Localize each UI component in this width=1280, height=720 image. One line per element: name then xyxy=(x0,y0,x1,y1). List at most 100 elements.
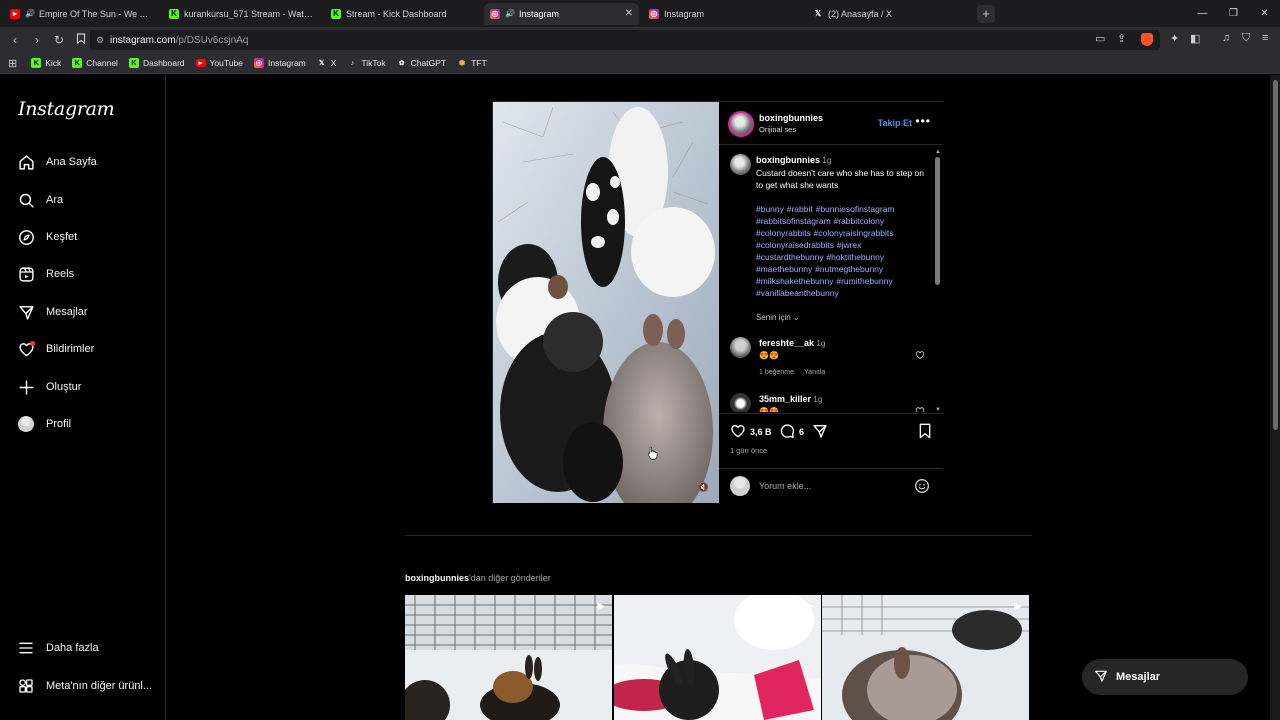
page-scrollbar[interactable] xyxy=(1270,75,1280,720)
caption-hashtags[interactable]: #bunny #rabbit #bunniesofinstagram #rabb… xyxy=(756,203,925,299)
media-icon[interactable]: ♫ xyxy=(1222,32,1230,44)
caption-username[interactable]: boxingbunnies xyxy=(756,155,820,165)
reload-icon[interactable]: ↻ xyxy=(49,33,69,47)
emoji-icon[interactable] xyxy=(914,478,930,499)
comment-likes[interactable]: 1 beğenme xyxy=(759,369,794,376)
video-icon: ▶ xyxy=(806,601,814,612)
chatgpt-icon: ✿ xyxy=(398,60,405,67)
post-thumbnail[interactable]: ▶ xyxy=(822,595,1029,720)
bookmark-icon[interactable] xyxy=(71,33,91,47)
bookmark-x[interactable]: 𝕏X xyxy=(317,58,337,68)
tab-title: Stream - Kick Dashboard xyxy=(346,8,447,19)
browser-tab[interactable]: K kurankursu_571 Stream - Watch Live xyxy=(163,3,321,25)
comment-input[interactable]: Yorum ekle... xyxy=(759,481,811,491)
url-host: instagram.com xyxy=(110,34,176,46)
post-video[interactable]: 🔇 xyxy=(493,102,719,503)
browser-tab-active[interactable]: ◎ 🔊 Instagram ✕ xyxy=(484,2,639,25)
browser-tab[interactable]: 𝕏 (2) Anasayfa / X xyxy=(807,3,967,25)
sidebar-item-notifications[interactable]: Bildirimler xyxy=(17,340,94,358)
install-app-icon[interactable]: ▭ xyxy=(1095,32,1105,45)
back-icon[interactable]: ‹ xyxy=(5,33,25,47)
close-icon[interactable]: ✕ xyxy=(1249,8,1280,19)
restore-icon[interactable]: ❐ xyxy=(1218,8,1249,19)
commenter-avatar[interactable] xyxy=(730,337,751,358)
author-avatar[interactable] xyxy=(730,154,751,175)
sidebar-item-home[interactable]: Ana Sayfa xyxy=(17,153,97,171)
save-icon[interactable] xyxy=(918,423,932,444)
address-bar[interactable]: ⚙ instagram.com/p/DSUv6csjnAq xyxy=(90,30,1160,50)
audio-label[interactable]: Orijinal ses xyxy=(759,125,796,134)
commenter-avatar[interactable] xyxy=(730,393,751,412)
bookmark-youtube[interactable]: ▸ YouTube xyxy=(195,58,243,68)
more-posts-author[interactable]: boxingbunnies xyxy=(405,573,469,583)
bookmark-chatgpt[interactable]: ✿ ChatGPT xyxy=(397,58,446,68)
sidebar-item-explore[interactable]: Keşfet xyxy=(17,228,77,246)
x-icon: 𝕏 xyxy=(318,60,325,67)
tab-title: Instagram xyxy=(664,8,705,19)
instagram-logo[interactable]: Instagram xyxy=(18,98,115,120)
bookmark-tft[interactable]: ⬢ TFT xyxy=(457,58,487,68)
post-thumbnail[interactable]: ▶ xyxy=(614,595,821,720)
like-icon[interactable] xyxy=(730,423,746,444)
vpn-icon[interactable]: ⛉ xyxy=(1242,32,1250,45)
kick-icon: K xyxy=(72,58,83,68)
heart-icon[interactable] xyxy=(915,403,925,412)
bookmark-dashboard[interactable]: K Dashboard xyxy=(128,58,185,68)
notification-dot xyxy=(30,341,35,346)
comments-list: boxingbunnies 1g Custard doesn't care wh… xyxy=(719,145,943,412)
bookmark-tiktok[interactable]: ♪ TikTok xyxy=(347,58,386,68)
sidebar-item-meta-products[interactable]: Meta'nın diğer ürünl... xyxy=(17,677,152,695)
sidebar-item-create[interactable]: Oluştur xyxy=(17,378,81,396)
follow-button[interactable]: Takip Et xyxy=(878,118,912,128)
sidebar-item-more[interactable]: Daha fazla xyxy=(17,639,99,657)
bookmark-channel[interactable]: K Channel xyxy=(72,58,118,68)
comment-text: 😍😍 xyxy=(759,407,779,412)
mute-icon[interactable]: 🔇 xyxy=(698,482,709,493)
more-options-icon[interactable]: ••• xyxy=(915,114,931,128)
sidebar-item-search[interactable]: Ara xyxy=(17,191,63,209)
bookmark-kick[interactable]: K Kick xyxy=(31,58,61,68)
speaker-icon[interactable]: 🔊 xyxy=(25,9,35,18)
heart-icon[interactable] xyxy=(915,347,925,365)
extensions-icon[interactable]: ✦ xyxy=(1170,32,1179,45)
close-icon[interactable]: ✕ xyxy=(625,8,633,19)
for-you-toggle[interactable]: Senin için ⌄ xyxy=(756,313,925,322)
menu-icon[interactable]: ≡ xyxy=(1262,32,1268,44)
sidebar-icon[interactable]: ◧ xyxy=(1190,32,1200,45)
browser-tab[interactable]: ▸ 🔊 Empire Of The Sun - We Are The xyxy=(4,3,159,25)
like-count[interactable]: 3,6 B xyxy=(750,427,772,437)
share-icon[interactable]: ⇪ xyxy=(1117,32,1126,45)
post-date[interactable]: 1 gün önce xyxy=(730,446,767,455)
author-avatar[interactable] xyxy=(728,111,754,137)
browser-tab[interactable]: ◎ Instagram xyxy=(643,3,803,25)
post-thumbnail[interactable]: ▶ xyxy=(405,595,612,720)
messages-floating-button[interactable]: Mesajlar xyxy=(1082,659,1248,695)
comments-scrollbar[interactable]: ▲ ▼ xyxy=(934,149,941,412)
kick-icon: K xyxy=(128,58,139,68)
instagram-icon: ◎ xyxy=(649,8,659,19)
menu-icon xyxy=(17,639,35,657)
bookmark-instagram[interactable]: ◎ Instagram xyxy=(253,58,306,68)
sidebar-item-messages[interactable]: Mesajlar xyxy=(17,303,88,321)
new-tab-button[interactable]: + xyxy=(977,4,995,23)
brave-shield-icon[interactable] xyxy=(1141,33,1153,49)
share-icon[interactable] xyxy=(812,423,828,444)
comment-count[interactable]: 6 xyxy=(799,427,804,437)
comment-username[interactable]: 35mm_killer xyxy=(759,394,811,404)
browser-tab[interactable]: K Stream - Kick Dashboard xyxy=(325,3,480,25)
site-settings-icon[interactable]: ⚙ xyxy=(90,35,110,46)
forward-icon[interactable]: › xyxy=(27,33,47,47)
sidebar-item-reels[interactable]: Reels xyxy=(17,265,74,283)
sidebar-item-label: Keşfet xyxy=(46,231,78,243)
heart-icon xyxy=(17,340,35,358)
comment-icon[interactable] xyxy=(779,423,795,444)
minimize-icon[interactable]: — xyxy=(1187,8,1218,19)
sidebar-item-profile[interactable]: Profil xyxy=(17,415,71,433)
speaker-icon[interactable]: 🔊 xyxy=(505,9,515,18)
reply-button[interactable]: Yanıtla xyxy=(804,369,825,376)
messages-label: Mesajlar xyxy=(1116,671,1161,683)
comment-username[interactable]: fereshte__ak xyxy=(759,338,814,348)
author-username[interactable]: boxingbunnies xyxy=(759,113,823,123)
apps-grid-icon[interactable]: ⊞ xyxy=(8,57,17,70)
tab-title: Empire Of The Sun - We Are The xyxy=(38,8,153,19)
